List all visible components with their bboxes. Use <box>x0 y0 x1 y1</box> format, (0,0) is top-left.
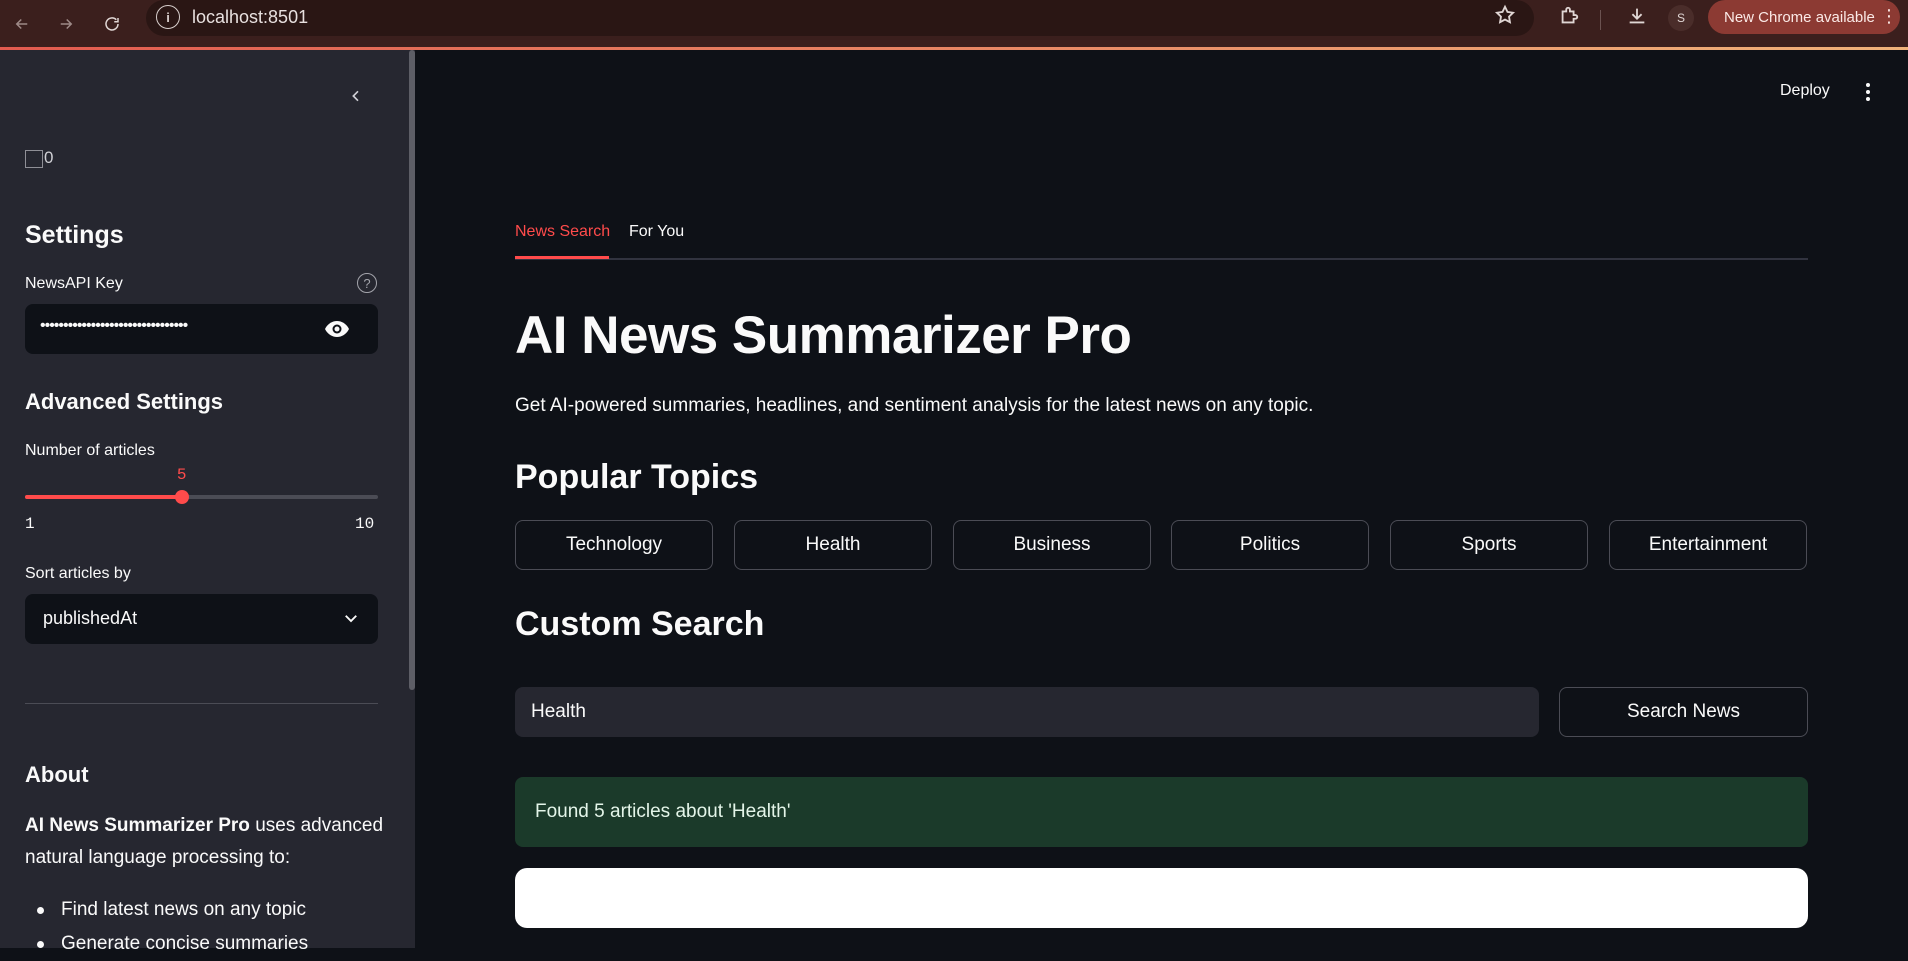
about-description: AI News Summarizer Pro uses advanced nat… <box>25 810 385 874</box>
settings-heading: Settings <box>25 221 124 249</box>
browser-menu-icon[interactable]: ⋮ <box>1880 6 1898 26</box>
deploy-button[interactable]: Deploy <box>1780 82 1830 100</box>
about-feature-list: Find latest news on any topic Generate c… <box>25 893 385 961</box>
profile-avatar[interactable]: S <box>1668 5 1694 31</box>
show-password-eye-icon[interactable] <box>324 317 350 341</box>
about-heading: About <box>25 762 89 787</box>
search-input[interactable]: Health <box>515 687 1539 737</box>
list-item: Find latest news on any topic <box>25 893 385 927</box>
address-bar[interactable] <box>146 0 1534 36</box>
articles-slider-max: 10 <box>355 515 375 533</box>
extensions-icon[interactable] <box>1558 5 1580 32</box>
page-title: AI News Summarizer Pro <box>515 306 1132 365</box>
articles-slider-min: 1 <box>25 515 35 533</box>
articles-slider-value: 5 <box>176 466 187 484</box>
topic-button-health[interactable]: Health <box>734 520 932 570</box>
topic-button-entertainment[interactable]: Entertainment <box>1609 520 1807 570</box>
forward-icon[interactable] <box>50 8 82 40</box>
download-icon[interactable] <box>1626 5 1648 32</box>
advanced-settings-heading: Advanced Settings <box>25 389 224 414</box>
api-key-value[interactable]: •••••••••••••••••••••••••••••••• <box>40 317 188 335</box>
api-key-label: NewsAPI Key <box>25 275 123 292</box>
tab-news-search[interactable]: News Search <box>515 223 610 241</box>
tab-bar: News Search For You <box>515 220 1808 260</box>
active-tab-indicator <box>515 256 609 259</box>
topic-button-sports[interactable]: Sports <box>1390 520 1588 570</box>
search-news-button[interactable]: Search News <box>1559 687 1808 737</box>
main-menu-icon[interactable] <box>1862 80 1874 104</box>
page-subtitle: Get AI-powered summaries, headlines, and… <box>515 395 1314 416</box>
chrome-update-button[interactable]: New Chrome available <box>1708 0 1900 34</box>
about-app-name: AI News Summarizer Pro <box>25 815 250 836</box>
broken-image-icon <box>25 149 43 168</box>
sidebar-logo-image: 0 <box>25 148 57 168</box>
toolbar-separator <box>1600 10 1601 30</box>
sidebar-divider <box>25 703 378 704</box>
list-item: Generate concise summaries <box>25 927 385 961</box>
topic-button-technology[interactable]: Technology <box>515 520 713 570</box>
chevron-down-icon[interactable] <box>342 609 360 632</box>
address-url[interactable]: localhost:8501 <box>192 7 308 28</box>
tab-for-you[interactable]: For You <box>629 223 684 241</box>
sort-label: Sort articles by <box>25 565 131 582</box>
search-result-alert: Found 5 articles about 'Health' <box>515 777 1808 847</box>
articles-slider-label: Number of articles <box>25 442 155 459</box>
back-icon[interactable] <box>6 8 38 40</box>
reload-icon[interactable] <box>96 8 128 40</box>
help-icon[interactable]: ? <box>357 273 377 293</box>
topic-button-politics[interactable]: Politics <box>1171 520 1369 570</box>
topic-button-business[interactable]: Business <box>953 520 1151 570</box>
bookmark-star-icon[interactable] <box>1494 4 1516 31</box>
sort-select-value[interactable]: publishedAt <box>43 608 137 629</box>
custom-search-heading: Custom Search <box>515 605 765 643</box>
articles-slider-fill <box>25 495 182 499</box>
collapse-sidebar-icon[interactable] <box>344 84 368 108</box>
popular-topics-heading: Popular Topics <box>515 458 759 496</box>
sidebar-scrollbar[interactable] <box>409 50 415 690</box>
logo-alt-text: 0 <box>44 148 54 167</box>
site-info-icon[interactable]: i <box>156 5 180 29</box>
articles-slider-thumb[interactable] <box>174 490 189 504</box>
article-card <box>515 868 1808 928</box>
